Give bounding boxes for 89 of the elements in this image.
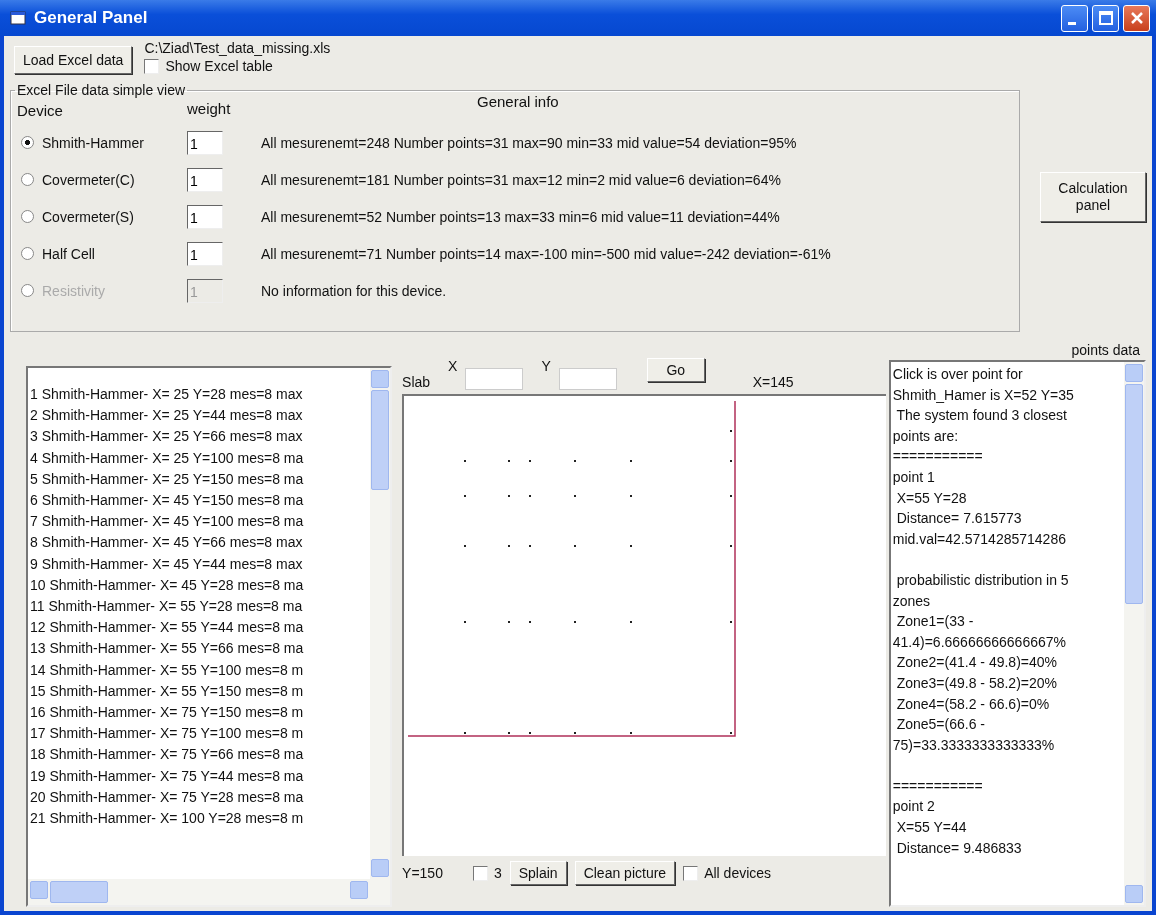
horizontal-scrollbar[interactable]	[28, 879, 391, 905]
list-item[interactable]: 20 Shmith-Hammer- X= 75 Y=28 mes=8 ma	[30, 786, 371, 809]
show-table-checkbox[interactable]: Show Excel table	[144, 58, 331, 74]
list-item[interactable]: 9 Shmith-Hammer- X= 45 Y=44 mes=8 max	[30, 553, 371, 575]
list-item[interactable]: 4 Shmith-Hammer- X= 25 Y=100 mes=8 ma	[30, 447, 371, 469]
group-title: Excel File data simple view	[16, 82, 187, 98]
slab-label: Slab	[402, 374, 431, 390]
vertical-scrollbar[interactable]	[370, 368, 391, 879]
list-item[interactable]: 6 Shmith-Hammer- X= 45 Y=150 mes=8 ma	[30, 490, 371, 512]
device-radio[interactable]: Half Cell	[17, 240, 187, 267]
text-line: Zone3=(49.8 - 58.2)=20%	[895, 673, 1058, 693]
list-item[interactable]: 16 Shmith-Hammer- X= 75 Y=150 mes=8 m	[30, 702, 371, 724]
weight-field[interactable]: 1	[187, 241, 223, 266]
device-info: All mesurenemt=71 Number points=14 max=-100 min=-500 mid value=-242 deviation=-61%	[260, 245, 832, 262]
device-radio[interactable]: Covermeter(S)	[17, 203, 187, 230]
column-header: General info	[476, 93, 560, 110]
y-reading: Y=150	[402, 865, 443, 881]
list-item[interactable]: 10 Shmith-Hammer- X= 45 Y=28 mes=8 ma	[30, 574, 371, 597]
list-item[interactable]: 3 Shmith-Hammer- X= 25 Y=66 mes=8 max	[30, 426, 371, 448]
maximize-button[interactable]	[1092, 4, 1119, 32]
text-line: Zone2=(41.4 - 49.8)=40%	[895, 653, 1058, 673]
radio-dot[interactable]	[21, 173, 34, 186]
text-line: Zone1=(33 -	[895, 612, 975, 632]
points-data-label: points data	[1071, 342, 1140, 358]
clean-picture-button[interactable]: Clean picture	[574, 861, 676, 885]
all-devices-checkbox[interactable]: All devices	[683, 865, 772, 881]
text-line: The system found 3 closest	[895, 406, 1068, 426]
text-line: 41.4)=6.66666666666667%	[892, 632, 1067, 652]
list-item[interactable]: 2 Shmith-Hammer- X= 25 Y=44 mes=8 max	[30, 405, 371, 427]
list-item[interactable]: 11 Shmith-Hammer- X= 55 Y=28 mes=8 ma	[30, 596, 371, 618]
radio-dot[interactable]	[21, 136, 34, 149]
device-radio[interactable]: Shmith-Hammer	[17, 129, 187, 156]
list-item[interactable]: 19 Shmith-Hammer- X= 75 Y=44 mes=8 ma	[30, 765, 371, 787]
list-item[interactable]: 17 Shmith-Hammer- X= 75 Y=100 mes=8 m	[30, 723, 371, 745]
device-info: All mesurenemt=248 Number points=31 max=90 min=33 mid value=54 deviation=95%	[260, 134, 798, 151]
list-item[interactable]: 12 Shmith-Hammer- X= 55 Y=44 mes=8 ma	[30, 617, 371, 639]
window-icon	[10, 10, 26, 26]
radio-dot[interactable]	[21, 210, 34, 223]
text-line: 75)=33.3333333333333%	[892, 735, 1056, 755]
text-line: Zone4=(58.2 - 66.6)=0%	[895, 694, 1051, 714]
weight-field[interactable]: 1	[187, 204, 223, 229]
list-item[interactable]: 7 Shmith-Hammer- X= 45 Y=100 mes=8 ma	[30, 511, 371, 533]
y-field[interactable]	[558, 368, 617, 390]
weight-field[interactable]: 1	[187, 130, 223, 155]
list-item[interactable]: 21 Shmith-Hammer- X= 100 Y=28 mes=8 m	[30, 808, 371, 830]
list-item[interactable]: 14 Shmith-Hammer- X= 55 Y=100 mes=8 m	[30, 659, 371, 681]
text-line: point 1	[892, 467, 936, 487]
text-line: Click is over point for	[892, 365, 1024, 384]
column-header: weight	[187, 100, 232, 117]
text-line: X=55 Y=44	[895, 818, 968, 838]
vertical-scrollbar[interactable]	[1124, 362, 1144, 905]
minimize-button[interactable]	[1061, 4, 1088, 32]
device-radio[interactable]: Covermeter(C)	[17, 166, 187, 193]
list-item[interactable]: 15 Shmith-Hammer- X= 55 Y=150 mes=8 m	[30, 680, 371, 703]
text-line: probabilistic distribution in 5	[895, 570, 1070, 590]
device-info: No information for this device.	[260, 282, 448, 299]
radio-dot[interactable]	[21, 247, 34, 260]
list-item[interactable]: 1 Shmith-Hammer- X= 25 Y=28 mes=8 max	[30, 384, 371, 406]
x-label: X	[448, 358, 458, 374]
go-button[interactable]: Go	[646, 358, 705, 382]
list-item[interactable]: 18 Shmith-Hammer- X= 75 Y=66 mes=8 ma	[30, 744, 371, 766]
device-info: All mesurenemt=181 Number points=31 max=12 min=2 mid value=6 deviation=64%	[260, 171, 782, 188]
text-line: points are:	[892, 426, 960, 446]
close-button[interactable]	[1123, 4, 1150, 32]
device-info: All mesurenemt=52 Number points=13 max=33 min=6 mid value=11 deviation=44%	[260, 208, 781, 225]
text-line: Distance= 9.486833	[895, 838, 1023, 858]
text-line: Distance= 7.615773	[895, 509, 1023, 529]
column-header: Device	[17, 102, 64, 119]
load-excel-button[interactable]: Load Excel data	[14, 46, 133, 74]
text-line: Shmith_Hamer is X=52 Y=35	[892, 385, 1075, 405]
text-line: ===========	[892, 776, 984, 796]
text-line: X=55 Y=28	[895, 488, 968, 508]
list-item[interactable]: 5 Shmith-Hammer- X= 25 Y=150 mes=8 ma	[30, 468, 371, 490]
x-reading: X=145	[752, 374, 794, 390]
y-label: Y	[541, 358, 551, 374]
text-line: ===========	[892, 447, 984, 467]
splain-button[interactable]: Splain	[509, 861, 567, 885]
calculation-panel-button[interactable]: Calculation panel	[1040, 172, 1146, 222]
text-line: Zone5=(66.6 -	[895, 715, 986, 735]
weight-field[interactable]: 1	[187, 167, 223, 192]
list-item[interactable]: 13 Shmith-Hammer- X= 55 Y=66 mes=8 ma	[30, 638, 371, 660]
text-line: zones	[892, 591, 932, 611]
window-title: General Panel	[34, 8, 148, 28]
minimize-icon	[1068, 21, 1076, 25]
x-field[interactable]	[465, 368, 524, 390]
text-line: point 2	[892, 797, 936, 817]
file-path: C:\Ziad\Test_data_missing.xls	[144, 40, 331, 56]
list-item[interactable]: 8 Shmith-Hammer- X= 45 Y=66 mes=8 max	[30, 532, 371, 554]
text-line: mid.val=42.5714285714286	[892, 529, 1067, 549]
